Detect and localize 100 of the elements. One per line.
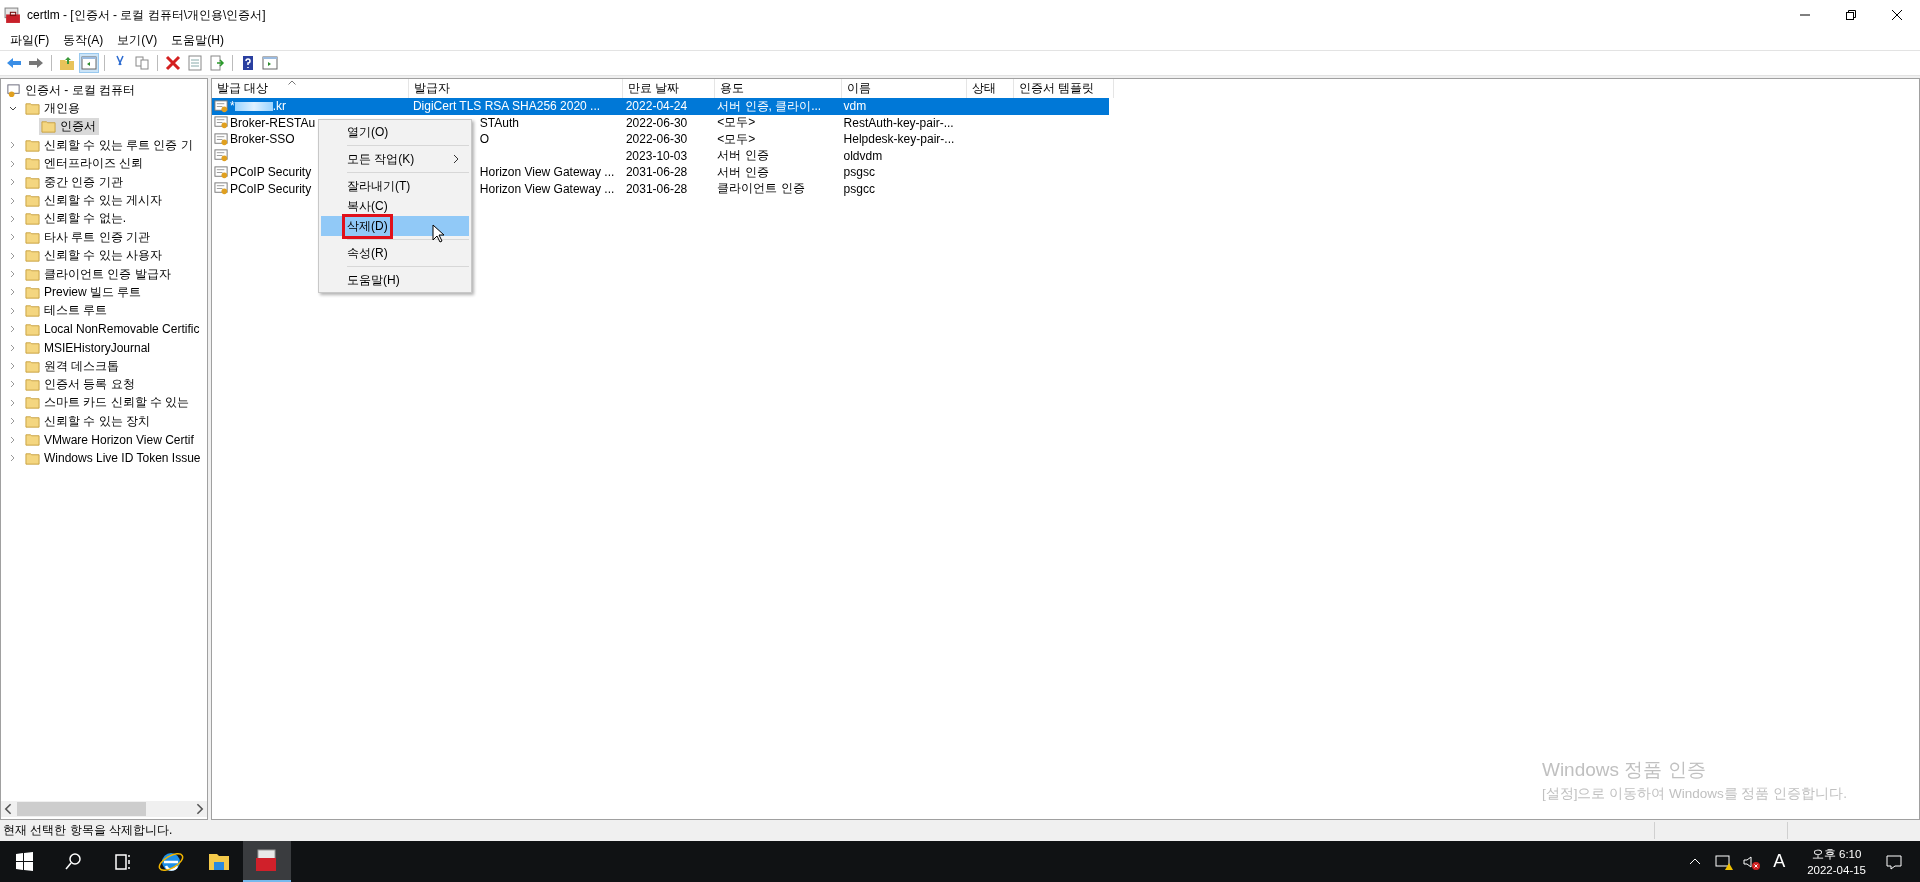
tree-item[interactable]: Windows Live ID Token Issue	[23, 449, 204, 467]
tree-item[interactable]: 인증서 등록 요청	[23, 375, 138, 393]
folder-icon	[41, 119, 56, 135]
table-cell: Helpdesk-key-pair-...	[843, 132, 955, 147]
table-cell: STAuth	[479, 115, 519, 130]
menu-item[interactable]: 속성(R)	[321, 243, 469, 263]
status-text: 현재 선택한 항목을 삭제합니다.	[2, 822, 174, 839]
menu-item[interactable]: 도움말(H)	[321, 270, 469, 290]
table-cell: 2023-10-03	[625, 148, 688, 163]
tree-item[interactable]: 신뢰할 수 있는 사용자	[23, 247, 165, 265]
activation-title: Windows 정품 인증	[1541, 758, 1707, 782]
menu-item[interactable]: 모든 작업(K)	[321, 149, 469, 169]
folder-icon	[25, 285, 40, 300]
menu-item[interactable]: 파일(F)	[4, 31, 58, 49]
folder-icon	[25, 450, 40, 466]
folder-icon	[25, 376, 40, 392]
menu-item[interactable]: 동작(A)	[57, 31, 112, 49]
toolbox-icon	[4, 6, 21, 24]
menu-item[interactable]: 잘라내기(T)	[321, 176, 469, 196]
tree-item[interactable]: VMware Horizon View Certif	[23, 431, 197, 449]
table-cell: psgsc	[843, 165, 875, 180]
tree-item[interactable]: 개인용	[23, 100, 83, 118]
scrollbar-thumb[interactable]	[17, 802, 146, 816]
tree-item[interactable]: 원격 데스크톱	[23, 357, 123, 375]
selected-row[interactable]: * .kr DigiCert TLS RSA SHA256 2020 ... 2022-04-24 서버 인증, 클라이... vdm	[212, 98, 1109, 115]
table-cell: <모두>	[717, 130, 756, 148]
folder-icon	[25, 340, 40, 356]
copy-icon[interactable]	[132, 53, 152, 73]
certificate-icon	[214, 115, 229, 131]
tree-item[interactable]: MSIEHistoryJournal	[23, 339, 154, 357]
column-header[interactable]: 이름	[847, 80, 871, 97]
table-cell: 서버 인증	[717, 163, 769, 181]
input-indicator[interactable]: A	[1773, 851, 1786, 872]
table-cell: 서버 인증, 클라이...	[717, 97, 822, 115]
tree-item[interactable]: Preview 빌드 루트	[23, 284, 145, 301]
tree-item[interactable]: 인증서 - 로컬 컴퓨터	[4, 81, 138, 99]
folder-icon	[25, 156, 40, 172]
folder-icon	[25, 211, 40, 227]
folder-icon	[25, 101, 40, 117]
table-cell: 2031-06-28	[625, 181, 688, 196]
table-cell: DigiCert TLS RSA SHA256 2020 ...	[412, 99, 601, 114]
tree-pane-icon[interactable]	[79, 53, 99, 73]
tree-item[interactable]: 중간 인증 기관	[23, 173, 126, 191]
folder-icon	[25, 174, 40, 190]
sort-caret-icon	[288, 80, 296, 85]
certificate-icon	[214, 181, 229, 197]
tree-item[interactable]: 신뢰할 수 있는 장치	[23, 412, 153, 430]
activation-text: [설정]으로 이동하여 Windows를 정품 인증합니다.	[1541, 785, 1847, 803]
tree-item[interactable]: 인증서	[39, 118, 99, 136]
table-cell: 2022-06-30	[625, 115, 688, 130]
tree-item[interactable]: 엔터프라이즈 신뢰	[23, 155, 147, 173]
column-header[interactable]: 상태	[972, 80, 996, 97]
window-title: certlm - [인증서 - 로컬 컴퓨터\개인용\인증서]	[27, 6, 266, 24]
mouse-cursor-icon	[432, 224, 444, 243]
column-header[interactable]: 인증서 템플릿	[1019, 80, 1095, 97]
table-cell: 2022-06-30	[625, 132, 688, 147]
menu-item[interactable]: 도움말(H)	[165, 31, 232, 49]
folder-icon	[25, 229, 40, 245]
delete-icon[interactable]	[163, 53, 183, 73]
tree-item[interactable]: 테스트 루트	[23, 302, 111, 320]
certificate-icon	[214, 131, 229, 147]
table-cell: *	[230, 99, 235, 114]
table-cell: 서버 인증	[717, 147, 769, 165]
tree-item[interactable]: 스마트 카드 신뢰할 수 있는	[23, 394, 193, 412]
column-header[interactable]: 용도	[720, 80, 744, 97]
certificate-icon	[214, 98, 229, 114]
table-cell: PCoIP Security	[230, 181, 312, 196]
table-cell: .kr	[272, 99, 286, 114]
clock-time[interactable]: 오후 6:10	[1811, 845, 1862, 862]
table-cell: RestAuth-key-pair-...	[843, 115, 954, 130]
folder-icon	[25, 193, 40, 209]
menu-item[interactable]: 보기(V)	[111, 31, 166, 49]
table-cell: Horizon View Gateway ...	[479, 165, 615, 180]
tree-item[interactable]: 신뢰할 수 없는.	[23, 210, 129, 228]
export-icon[interactable]	[207, 53, 227, 73]
menu-item[interactable]: 복사(C)	[321, 196, 469, 216]
tree-item[interactable]: 신뢰할 수 있는 루트 인증 기	[23, 136, 196, 154]
folder-icon	[25, 303, 40, 319]
table-cell: 클라이언트 인증	[717, 180, 805, 198]
tree-item[interactable]: 타사 루트 인증 기관	[23, 228, 153, 246]
table-cell: PCoIP Security	[230, 165, 312, 180]
table-cell: Broker-RESTAu	[230, 115, 316, 130]
toolbox-icon[interactable]	[243, 841, 291, 882]
menu-item[interactable]: 열기(O)	[321, 122, 469, 142]
clock-date[interactable]: 2022-04-15	[1807, 861, 1866, 878]
folder-icon	[25, 266, 40, 282]
computer-certificate-icon	[6, 82, 21, 98]
column-header[interactable]: 발급자	[414, 80, 450, 97]
column-header[interactable]: 만료 날짜	[628, 80, 680, 97]
tree-item[interactable]: 클라이언트 인증 발급자	[23, 265, 174, 283]
column-header[interactable]: 발급 대상	[217, 80, 269, 97]
menu-item[interactable]: 삭제(D)	[321, 216, 469, 236]
table-cell: Broker-SSO	[230, 132, 295, 147]
table-cell: oldvdm	[843, 148, 883, 163]
tree-item[interactable]: Local NonRemovable Certific	[23, 320, 203, 338]
tree-item[interactable]: 신뢰할 수 있는 게시자	[23, 192, 165, 210]
folder-icon	[25, 358, 40, 374]
table-cell: 2031-06-28	[625, 165, 688, 180]
table-cell: Horizon View Gateway ...	[479, 181, 615, 196]
folder-icon	[25, 413, 40, 429]
